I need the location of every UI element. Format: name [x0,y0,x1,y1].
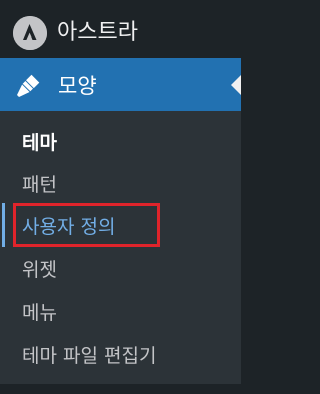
sidebar-item-appearance[interactable]: 모양 [0,58,241,111]
sidebar-item-label: 모양 [58,73,97,98]
submenu-item-label: 테마 파일 편집기 [22,344,157,367]
submenu-item-customize[interactable]: 사용자 정의 [0,205,241,245]
sidebar-item-astra[interactable]: 아스트라 [0,13,241,53]
submenu-item-widgets[interactable]: 위젯 [0,248,241,288]
submenu-item-label: 위젯 [22,258,57,281]
submenu-item-menus[interactable]: 메뉴 [0,291,241,331]
submenu-item-patterns[interactable]: 패턴 [0,163,241,203]
current-indicator-arrow-icon [231,75,241,95]
submenu-item-label: 메뉴 [22,301,57,324]
sidebar-item-label: 아스트라 [57,20,138,45]
astra-logo-icon [13,16,47,50]
admin-sidebar-menu: 아스트라 모양 테마 패턴 사용자 정의 위젯 메뉴 테마 파일 편집기 [0,0,241,394]
sidebar-divider [0,384,241,394]
submenu-item-label: 패턴 [22,173,57,196]
submenu-item-label: 테마 [22,131,57,154]
submenu-item-label: 사용자 정의 [22,215,116,238]
paintbrush-icon [10,66,48,104]
submenu-item-theme-file-editor[interactable]: 테마 파일 편집기 [0,334,241,374]
submenu-item-themes[interactable]: 테마 [0,121,241,161]
